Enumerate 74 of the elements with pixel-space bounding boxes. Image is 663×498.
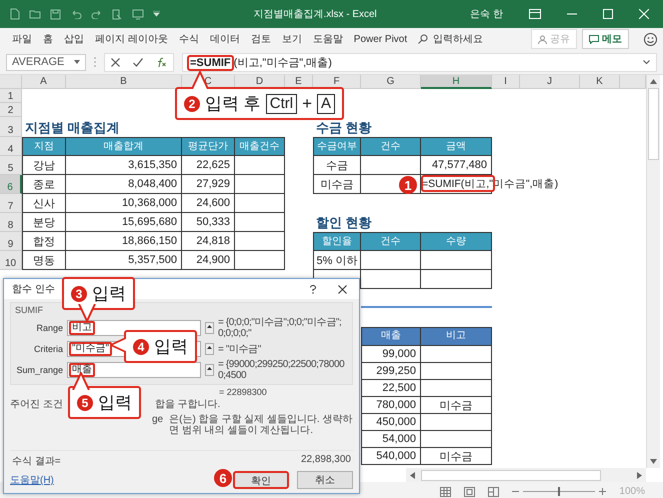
table-cell: 47,577,480 xyxy=(421,156,492,175)
table-title: 지점별 매출집계 xyxy=(24,119,121,137)
table-cell: 종로 xyxy=(22,175,66,194)
column-heading: 수량 xyxy=(421,232,492,251)
function-description: 주어진 조건 xyxy=(10,398,63,411)
table-cell: 299,250 xyxy=(361,363,421,380)
callout-text: 입력 xyxy=(154,336,188,358)
column-heading: 지점 xyxy=(22,137,66,156)
column-heading: 매출건수 xyxy=(235,137,285,156)
table-cell: 24,900 xyxy=(182,251,235,270)
table-cell: 450,000 xyxy=(361,414,421,431)
step-badge: 1 xyxy=(399,176,417,194)
window-title: 지점별매출집계.xlsx - Excel xyxy=(252,8,378,21)
column-heading: 할인율 xyxy=(313,232,361,251)
table-cell: 27,929 xyxy=(182,175,235,194)
step-badge: 4 xyxy=(133,338,149,354)
plus-sign: + xyxy=(302,94,312,114)
callout-text: 입력 xyxy=(92,283,126,305)
table-cell: 10,368,000 xyxy=(66,194,182,213)
callout-text: 입력 xyxy=(98,392,132,414)
table-cell: 신사 xyxy=(22,194,66,213)
key-cap: Ctrl xyxy=(266,94,298,114)
function-result: = 22898300 xyxy=(219,387,268,397)
formula-result-value: 22,898,300 xyxy=(300,454,351,467)
table-cell: 15,695,680 xyxy=(66,213,182,232)
argument-result: = {0;0;0;"미수금";0;0;"미수금";0;0;0;0;" xyxy=(218,317,342,339)
step-badge: 2 xyxy=(184,96,200,112)
table-cell: 5% 이하 xyxy=(313,251,361,270)
table-cell: 22,500 xyxy=(361,380,421,397)
argument-label: Range xyxy=(35,323,63,333)
step-badge: 3 xyxy=(71,286,87,302)
formula-result-label: 수식 결과= xyxy=(12,455,61,468)
function-name: SUMIF xyxy=(15,305,43,315)
callout-text: 입력 후 xyxy=(205,93,261,115)
argument-result: = {99000;299250;22500;780000;4500 xyxy=(218,359,346,381)
column-heading: 건수 xyxy=(361,232,421,251)
dialog-title: 함수 인수 xyxy=(12,283,55,296)
table-title: 할인 현황 xyxy=(315,214,373,232)
table-cell: 540,000 xyxy=(361,448,421,465)
table-cell: 미수금 xyxy=(313,175,361,194)
column-heading: 건수 xyxy=(361,137,421,156)
table-cell: 미수금 xyxy=(421,397,492,414)
argument-result: = "미수금" xyxy=(218,344,262,354)
table-cell: 54,000 xyxy=(361,431,421,448)
column-heading: 매출 xyxy=(361,327,421,346)
table-cell: 분당 xyxy=(22,213,66,232)
key-cap: A xyxy=(317,94,336,114)
table-cell: 50,333 xyxy=(182,213,235,232)
table-cell: 3,615,350 xyxy=(66,156,182,175)
table-cell: 미수금 xyxy=(421,448,492,465)
table-cell: 24,818 xyxy=(182,232,235,251)
table-cell: 780,000 xyxy=(361,397,421,414)
table-cell: 99,000 xyxy=(361,346,421,363)
argument-name: ge xyxy=(152,414,164,427)
step-badge: 5 xyxy=(77,394,93,410)
table-cell: 합정 xyxy=(22,232,66,251)
function-description: 합을 구합니다. xyxy=(154,398,220,411)
column-heading: 매출합계 xyxy=(66,137,182,156)
table-cell: 명동 xyxy=(22,251,66,270)
column-heading: 평균단가 xyxy=(182,137,235,156)
table-cell: 수금 xyxy=(313,156,361,175)
column-heading: 비고 xyxy=(421,327,492,346)
table-cell: 18,866,150 xyxy=(66,232,182,251)
table-cell: 8,048,400 xyxy=(66,175,182,194)
table-title: 수금 현황 xyxy=(315,119,373,137)
argument-label: Sum_range xyxy=(15,365,63,375)
argument-description: 은(는) 합을 구할 실제 셀들입니다. 생략하면 범위 내의 셀들이 계산됩니다. xyxy=(169,414,353,436)
table-cell: 강남 xyxy=(22,156,66,175)
table-cell: 24,600 xyxy=(182,194,235,213)
table-cell: 5,357,500 xyxy=(66,251,182,270)
column-heading: 수금여부 xyxy=(313,137,361,156)
table-cell: 22,625 xyxy=(182,156,235,175)
column-heading: 금액 xyxy=(421,137,492,156)
argument-label: Criteria xyxy=(32,344,63,354)
